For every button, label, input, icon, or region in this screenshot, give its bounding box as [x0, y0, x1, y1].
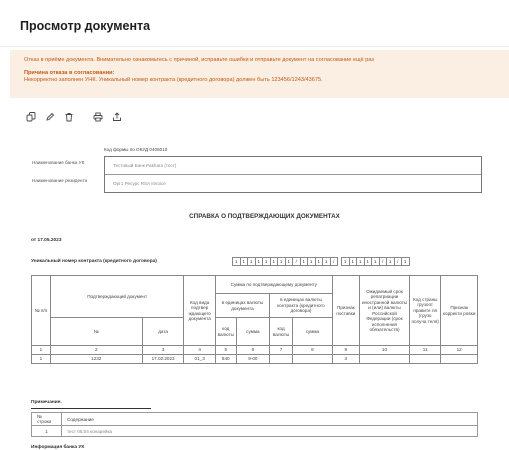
cell	[269, 354, 294, 364]
delete-button[interactable]	[62, 110, 76, 124]
colnum: 9	[331, 345, 360, 355]
unk-cells: 1 1 1 1 1 1 1 1 / 1 1 1 1 / 1 1 1 1 1 / …	[232, 257, 410, 266]
edit-button[interactable]	[43, 110, 57, 124]
bank-value: Тестовый Банк Pakhara (тест)	[105, 157, 481, 175]
column-numbers-row: 1 2 3 4 5 6 7 8 9 10 11 12	[31, 345, 478, 355]
cell: 840	[214, 354, 237, 364]
col-amount2-header: сумма	[292, 317, 333, 346]
alert-reason-title: Причина отказа в согласовании:	[24, 70, 115, 76]
note-heading: Примечание.	[31, 400, 62, 405]
col-doc-header: Подтверждающий документ	[49, 275, 185, 318]
rejection-alert: Отказ в приёме документа. Внимательно оз…	[10, 50, 509, 98]
colnum: 10	[358, 345, 411, 355]
page: Просмотр документа Отказ в приёме докуме…	[0, 0, 509, 450]
col-supply-header: Признак поставки	[331, 275, 360, 346]
colnum: 5	[214, 345, 237, 355]
note-row-num: 1	[31, 425, 62, 437]
cell	[409, 354, 442, 364]
document-toolbar	[24, 110, 129, 124]
col-country-header: Код страны грузоот правите ля (грузо пол…	[409, 275, 442, 346]
col-code2-header: код валюты	[269, 317, 294, 346]
cell: 01_3	[183, 354, 216, 364]
share-icon	[113, 112, 121, 121]
colnum: 1	[31, 345, 51, 355]
colnum: 4	[183, 345, 216, 355]
col-term-header: Ожидаемый срок репатриации иностранной в…	[358, 275, 411, 346]
colnum: 2	[49, 345, 143, 355]
bank-box: Тестовый Банк Pakhara (тест) Орг1 Ресурс…	[104, 156, 482, 193]
cell: 3	[331, 354, 360, 364]
share-button[interactable]	[110, 110, 124, 124]
colnum: 11	[409, 345, 442, 355]
colnum: 7	[269, 345, 294, 355]
col-doc-date-header: дата	[141, 317, 185, 346]
bank-label: Наименование банка УК	[32, 160, 85, 165]
note-table: № строки Содержание 1 тест 05:04 конарей…	[31, 412, 478, 437]
resident-label: Наименование резидента	[32, 178, 88, 183]
okud-code: Код формы по ОКУД 0406010	[104, 147, 168, 152]
alert-reason-text: Некорректно заполнен УНК. Уникальный ном…	[24, 77, 323, 83]
col-sum-contract-header: в единицах валюты контракта (кредитного …	[269, 293, 333, 318]
colnum: 8	[292, 345, 333, 355]
col-sum-header: Сумма по подтверждающему документу	[214, 275, 333, 294]
cell	[440, 354, 478, 364]
unk-label: Уникальный номер контракта (кредитного д…	[31, 259, 157, 264]
print-button[interactable]	[91, 110, 105, 124]
note-row-header: № строки	[31, 412, 62, 426]
bank-info-title: Информация банка УК	[31, 445, 85, 450]
col-kind-header: Код вида подтвер ждающего документа	[183, 275, 216, 346]
cell	[292, 354, 333, 364]
print-icon	[93, 112, 103, 122]
col-code-header: код валюты	[214, 317, 237, 346]
cell: 9-00	[235, 354, 271, 364]
cell: 17.02.2023	[141, 354, 185, 364]
note-row-content: тест 05:04 конарейка	[61, 425, 478, 437]
col-doc-num-header: №	[49, 317, 143, 346]
col-correction-header: Признак корректи ровки	[440, 275, 478, 346]
header-divider	[0, 46, 509, 47]
copy-button[interactable]	[24, 110, 38, 124]
col-amount-header: сумма	[235, 317, 271, 346]
table-row: 1 1232 17.02.2023 01_3 840 9-00 3	[31, 354, 478, 364]
col-num-header: № п/п	[31, 275, 51, 346]
edit-icon	[46, 112, 55, 121]
colnum: 12	[440, 345, 478, 355]
colnum: 6	[235, 345, 271, 355]
table-row: 1 тест 05:04 конарейка	[31, 425, 478, 437]
unk-cell: 1	[401, 257, 410, 266]
col-sum-doc-header: в единицах валюты документа	[214, 293, 271, 318]
note-content-header: Содержание	[61, 412, 478, 426]
copy-icon	[26, 112, 36, 122]
documents-table: № п/п Подтверждающий документ Код вида п…	[31, 275, 478, 364]
document-date: от 17.05.2023	[31, 238, 62, 243]
document-heading: СПРАВКА О ПОДТВЕРЖДАЮЩИХ ДОКУМЕНТАХ	[189, 213, 340, 220]
cell: 1	[31, 354, 51, 364]
cell: 1232	[49, 354, 143, 364]
colnum: 3	[141, 345, 185, 355]
cell	[358, 354, 411, 364]
resident-value: Орг1 Ресурс RSA Invoice	[113, 181, 166, 186]
page-title: Просмотр документа	[20, 19, 151, 33]
alert-message: Отказ в приёме документа. Внимательно оз…	[24, 57, 375, 63]
delete-icon	[65, 113, 73, 122]
note-divider	[31, 408, 151, 409]
